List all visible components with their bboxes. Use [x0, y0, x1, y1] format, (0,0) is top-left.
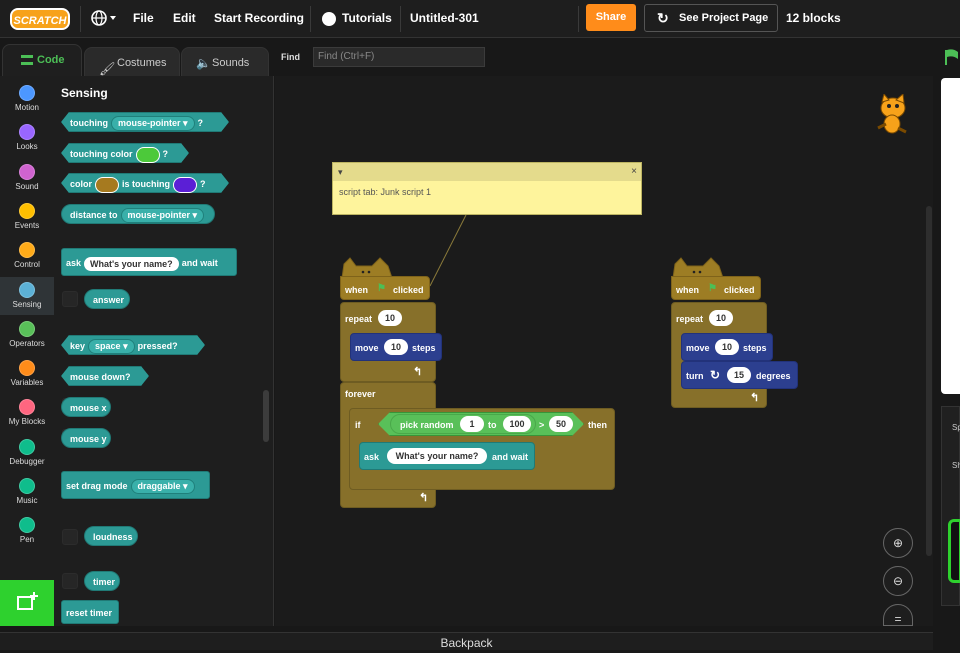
compare-value-input[interactable]: 50	[549, 416, 573, 432]
cat-hat-ears	[672, 257, 724, 278]
equals-icon: =	[894, 612, 902, 626]
when-flag-clicked-block[interactable]: when ⚑ clicked	[340, 276, 430, 300]
zoom-in-icon: ⊕	[892, 536, 904, 550]
repeat-count-input[interactable]: 10	[709, 310, 733, 326]
selected-sprite-thumbnail[interactable]	[948, 519, 960, 583]
sprite-label: Sp	[952, 423, 960, 432]
backpack-bar[interactable]: Backpack	[0, 632, 933, 650]
block-text: ask	[364, 452, 380, 462]
collapse-icon[interactable]: ▾	[338, 167, 343, 177]
ask-question-input[interactable]: What's your name?	[387, 448, 487, 464]
sprite-cat-icon	[877, 94, 907, 134]
move-steps-input[interactable]: 10	[384, 339, 408, 355]
cat-hat-ears	[341, 257, 393, 278]
sprite-info-pane: Sp Sh	[941, 406, 960, 606]
green-flag-icon: ⚑	[377, 283, 386, 294]
zoom-out-icon: ⊖	[892, 574, 904, 588]
block-text: pick random	[400, 420, 454, 430]
block-text: and wait	[492, 452, 529, 462]
block-text: then	[588, 420, 607, 430]
random-to-input[interactable]: 100	[503, 416, 531, 432]
workspace-comment[interactable]: ▾ × script tab: Junk script 1	[332, 162, 642, 215]
move-steps-input[interactable]: 10	[715, 339, 739, 355]
comment-link-line	[429, 214, 467, 287]
when-flag-clicked-block[interactable]: when ⚑ clicked	[671, 276, 761, 300]
block-text: repeat	[345, 314, 373, 324]
loop-arrow-icon: ↰	[419, 492, 429, 504]
block-text: if	[355, 420, 361, 430]
comment-text[interactable]: script tab: Junk script 1	[333, 181, 641, 203]
repeat-count-input[interactable]: 10	[378, 310, 402, 326]
random-from-input[interactable]: 1	[460, 416, 484, 432]
loop-arrow-icon: ↰	[750, 392, 760, 404]
block-text: clicked	[393, 285, 424, 295]
block-text: clicked	[724, 285, 755, 295]
block-text: when	[676, 285, 700, 295]
zoom-in-button[interactable]: ⊕	[883, 528, 913, 558]
gt-operator-text: >	[539, 420, 545, 430]
loop-arrow-icon: ↰	[413, 366, 423, 378]
block-text: repeat	[676, 314, 704, 324]
block-text: steps	[412, 343, 436, 353]
green-flag-icon: ⚑	[708, 283, 717, 294]
show-label: Sh	[952, 461, 960, 470]
green-flag-icon[interactable]	[944, 48, 960, 66]
block-text: steps	[743, 343, 767, 353]
stage-canvas[interactable]	[941, 78, 960, 394]
block-text: move	[355, 343, 379, 353]
zoom-out-button[interactable]: ⊖	[883, 566, 913, 596]
zoom-reset-button[interactable]: =	[883, 604, 913, 626]
close-icon[interactable]: ×	[631, 163, 637, 181]
block-text: move	[686, 343, 710, 353]
block-text: degrees	[756, 371, 791, 381]
block-text: turn	[686, 371, 704, 381]
turn-degrees-input[interactable]: 15	[727, 367, 751, 383]
rotate-right-icon: ↻	[710, 368, 721, 382]
block-text: when	[345, 285, 369, 295]
block-text: forever	[345, 389, 376, 399]
block-text: to	[488, 420, 497, 430]
comment-header[interactable]: ▾ ×	[333, 163, 641, 181]
